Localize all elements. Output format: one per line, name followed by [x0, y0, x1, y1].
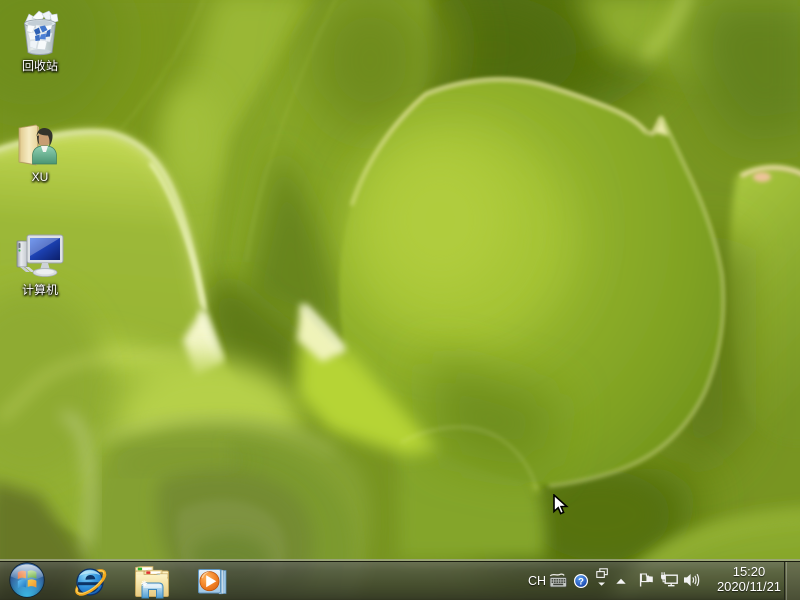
svg-text:?: ? [578, 577, 584, 588]
